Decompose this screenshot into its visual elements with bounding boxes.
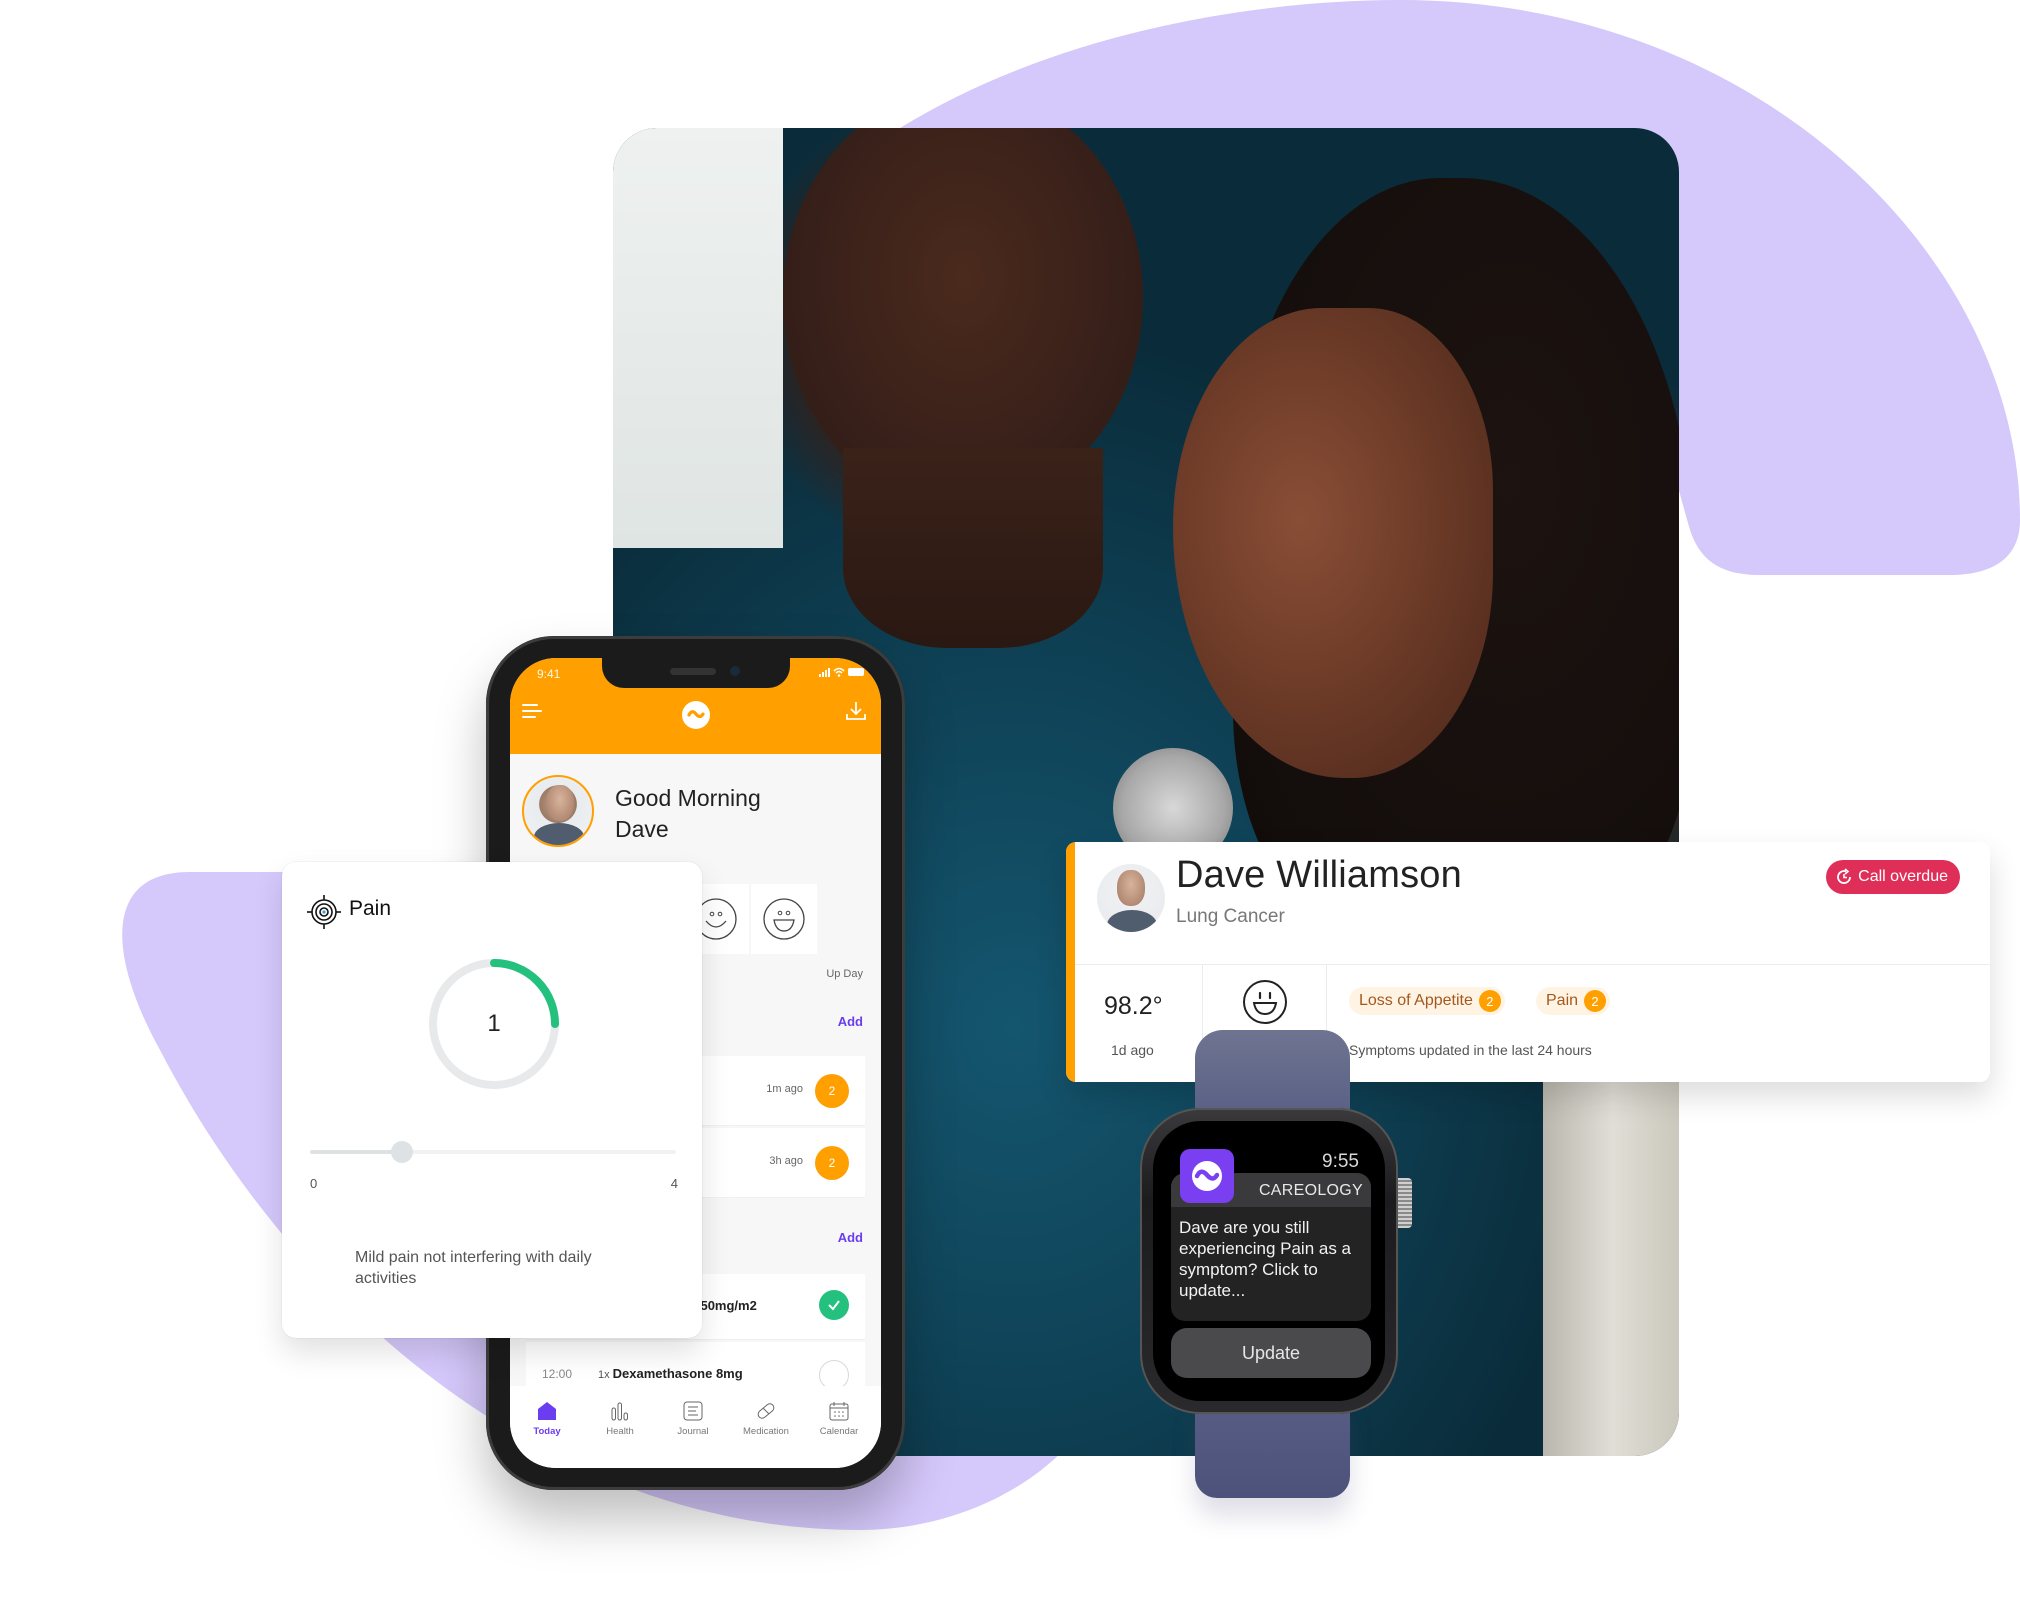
target-icon [307,895,341,929]
tab-medication[interactable]: Medication [731,1400,801,1437]
hamburger-menu-icon[interactable] [522,704,542,720]
phone-notch [602,658,790,688]
download-icon[interactable] [845,700,867,722]
add-medication-link[interactable]: Add [838,1230,863,1245]
pain-score-value: 1 [487,1010,501,1037]
greeting-text: Good Morning Dave [615,785,761,842]
bar-chart-icon [611,1402,628,1421]
journal-icon [683,1401,703,1421]
slider-min-label: 0 [310,1176,318,1191]
clock-refresh-icon [1837,868,1852,884]
add-symptom-link[interactable]: Add [838,1014,863,1029]
slider-fill [310,1150,402,1154]
home-icon [538,1402,556,1420]
severity-badge: 2 [815,1146,849,1180]
symptom-chip[interactable]: Pain 2 [1536,987,1611,1015]
pain-symptom-card: Pain 1 0 4 Mild pain not interfering wit… [282,862,702,1338]
watch-band-bottom [1195,1400,1350,1498]
watch-update-button[interactable]: Update [1171,1328,1371,1378]
careology-logo-icon [682,701,710,729]
patient-diagnosis: Lung Cancer [1176,906,1285,927]
medication-taken-checkbox[interactable] [819,1290,849,1320]
careology-app-icon [1180,1149,1234,1203]
pain-slider[interactable] [310,1141,676,1163]
status-time: 9:41 [537,667,561,681]
laughing-face-icon [763,898,805,940]
notification-app-name: CAREOLOGY [1258,1182,1363,1199]
tab-calendar[interactable]: Calendar [804,1400,874,1437]
status-icons [819,666,865,681]
watch-time: 9:55 [1322,1151,1359,1172]
patient-avatar [1097,864,1165,932]
tab-today[interactable]: Today [512,1400,582,1437]
status-accent-bar [1066,842,1075,1082]
slider-thumb[interactable] [390,1141,413,1163]
app-header: 9:41 [510,658,881,754]
mood-selected-label: Up Day [826,968,863,980]
symptom-chip[interactable]: Loss of Appetite 2 [1349,987,1505,1015]
mood-option-laugh[interactable] [751,884,817,954]
notification-message: Dave are you still experiencing Pain as … [1179,1218,1352,1300]
call-overdue-badge[interactable]: Call overdue [1826,860,1960,894]
slider-max-label: 4 [670,1176,678,1191]
tab-health[interactable]: Health [585,1400,655,1437]
divider [1075,964,1990,965]
pain-description: Mild pain not interfering with daily act… [355,1249,592,1287]
temperature-timestamp: 1d ago [1111,1042,1154,1058]
laughing-face-icon [1243,980,1287,1024]
severity-badge: 2 [815,1074,849,1108]
tab-journal[interactable]: Journal [658,1400,728,1437]
temperature-value: 98.2° [1104,992,1163,1020]
patient-name: Dave Williamson [1176,854,1462,896]
bottom-tab-bar: Today Health Journal Medication Calendar [510,1386,881,1468]
calendar-icon [829,1402,849,1421]
pill-icon [757,1403,775,1419]
checkmark-icon [828,1300,840,1311]
symptoms-update-note: Symptoms updated in the last 24 hours [1349,1042,1592,1058]
user-avatar[interactable] [522,775,594,847]
pain-card-title: Pain [349,897,392,920]
watch-screen: CAREOLOGY Dave are you still experiencin… [1153,1121,1385,1401]
